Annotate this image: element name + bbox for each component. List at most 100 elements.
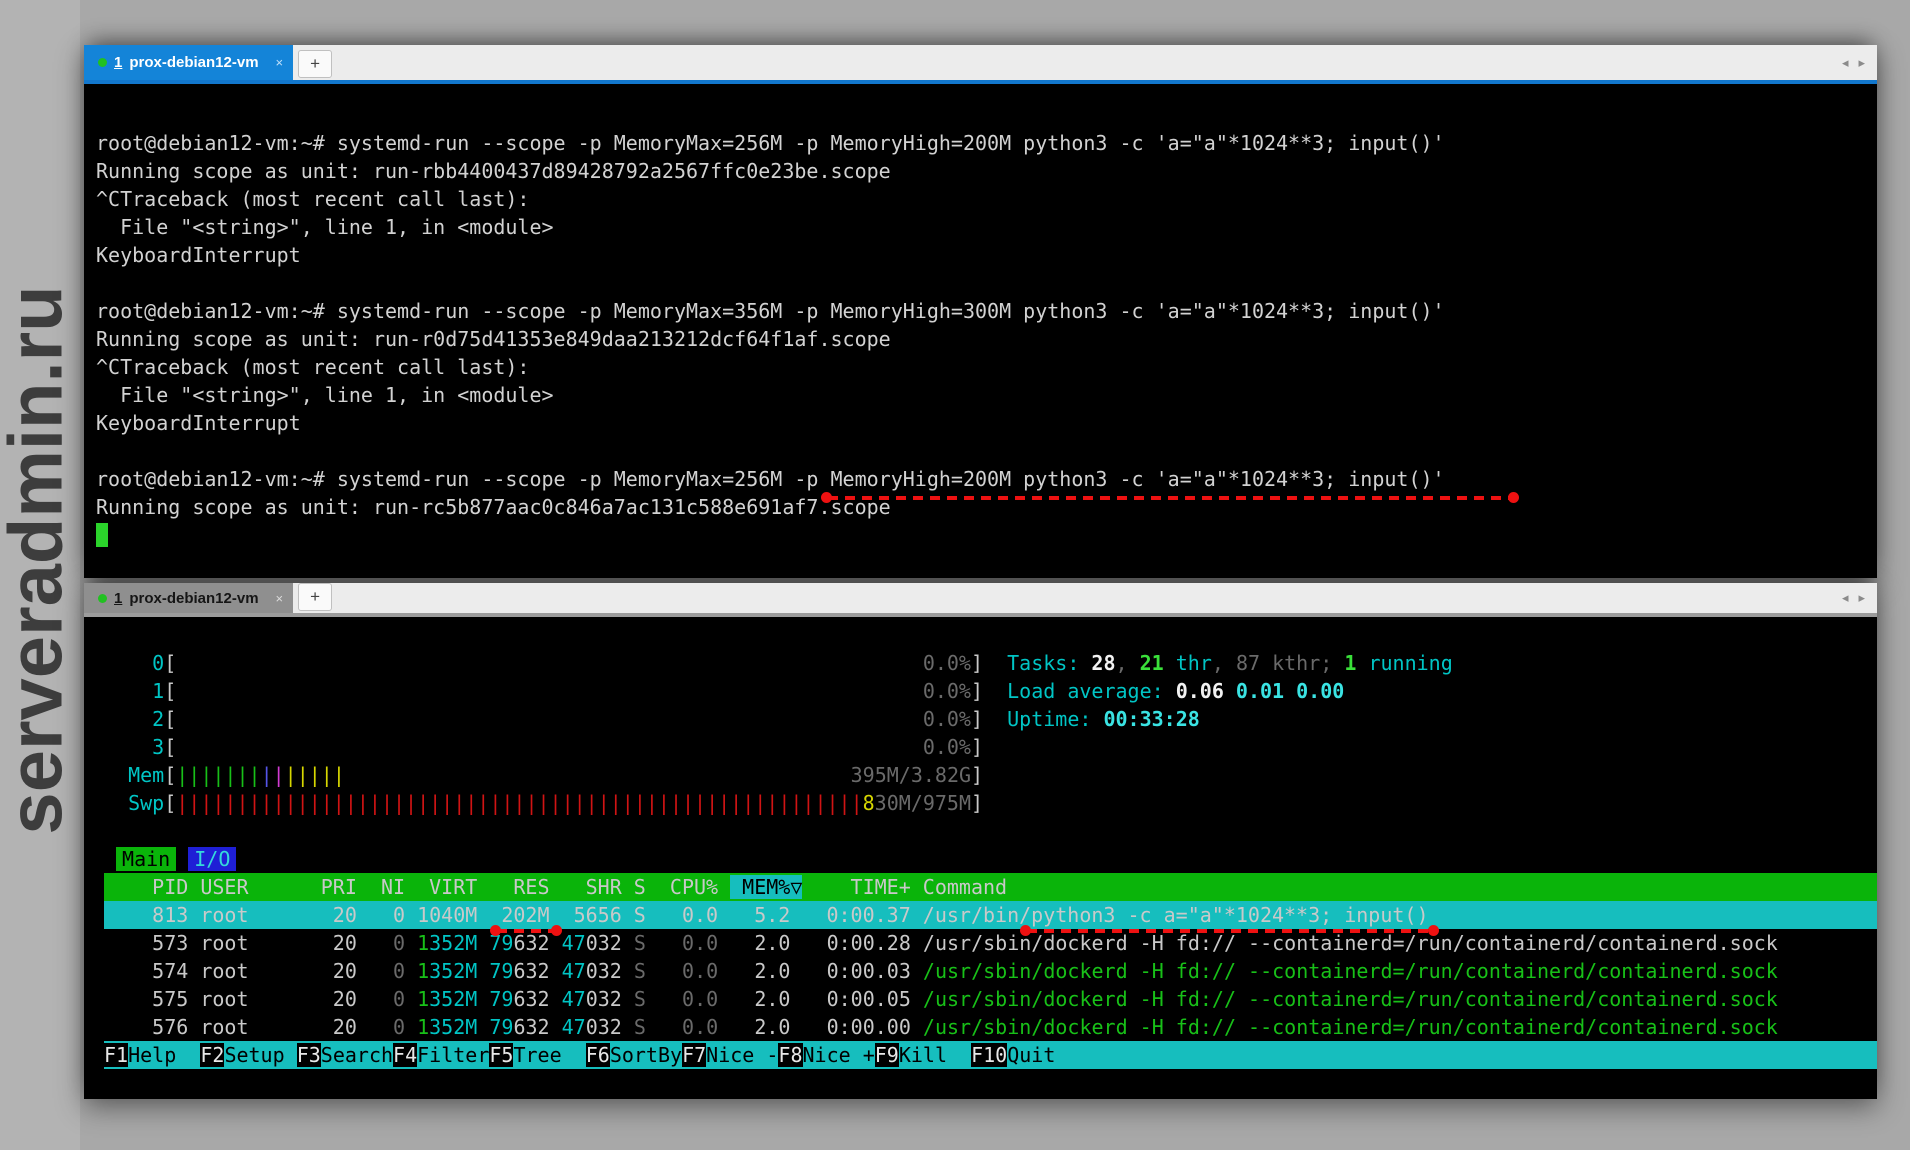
- terminal-line: KeyboardInterrupt: [96, 409, 1877, 437]
- terminal-line: 0[ 0.0%] Tasks: 28, 21 thr, 87 kthr; 1 r…: [104, 649, 1877, 677]
- scroll-left-icon[interactable]: ◂: [1842, 55, 1849, 71]
- terminal-text: [: [164, 763, 176, 787]
- terminal-text: 2.0: [730, 1015, 790, 1039]
- terminal-text: 1: [417, 1015, 429, 1039]
- terminal-text: ^CTraceback (most recent call last):: [96, 355, 529, 379]
- terminal-text: Search: [321, 1043, 393, 1067]
- terminal-text: 032: [586, 987, 622, 1011]
- terminal-text: ,: [1212, 651, 1236, 675]
- scroll-right-icon[interactable]: ▸: [1858, 55, 1865, 71]
- terminal-text: 0.0%: [923, 707, 971, 731]
- terminal-line: File "<string>", line 1, in <module>: [96, 381, 1877, 409]
- scroll-right-icon[interactable]: ▸: [1858, 590, 1865, 606]
- terminal-text: 813 root 20 0 1040M 202M 5656 S 0.0 5.2 …: [104, 903, 1429, 927]
- terminal-text: Kill: [899, 1043, 971, 1067]
- terminal-text: [911, 987, 923, 1011]
- terminal-text: [622, 931, 634, 955]
- terminal-text: [176, 651, 923, 675]
- terminal-text: 352M: [429, 959, 477, 983]
- terminal-text: 28: [1091, 651, 1115, 675]
- terminal-text: 2.0: [730, 959, 790, 983]
- terminal-text: 21: [1140, 651, 1164, 675]
- terminal-text: SortBy: [610, 1043, 682, 1067]
- terminal-text: [550, 959, 562, 983]
- terminal-text: 575 root 20: [104, 987, 369, 1011]
- terminal-text: |||||||: [176, 763, 260, 787]
- terminal-text: 2: [104, 707, 164, 731]
- terminal-text: root@debian12-vm:~# systemd-run --scope …: [96, 131, 1445, 155]
- terminal-text: [790, 1015, 802, 1039]
- terminal-text: 47: [562, 959, 586, 983]
- terminal-text: |: [273, 763, 285, 787]
- tab-bar-top: 1 prox-debian12-vm × + ◂ ▸: [84, 45, 1877, 80]
- terminal-line: ^CTraceback (most recent call last):: [96, 185, 1877, 213]
- terminal-line: Running scope as unit: run-rbb4400437d89…: [96, 157, 1877, 185]
- terminal-text: [405, 931, 417, 955]
- terminal-text: ]: [971, 791, 983, 815]
- terminal-text: 2.0: [730, 987, 790, 1011]
- terminal-line: 574 root 20 0 1352M 79632 47032 S 0.0 2.…: [104, 957, 1877, 985]
- tab-prox-debian12-vm-top[interactable]: 1 prox-debian12-vm ×: [84, 45, 293, 80]
- desktop: serveradmin.ru 1 prox-debian12-vm × + ◂ …: [0, 0, 1910, 1150]
- terminal-line: Main I/O: [104, 845, 1877, 873]
- terminal-text: F5: [489, 1043, 513, 1067]
- terminal-text: [405, 959, 417, 983]
- terminal-text: thr: [1164, 651, 1212, 675]
- terminal-line: PID USER PRI NI VIRT RES SHR S CPU% MEM%…: [104, 873, 1877, 901]
- terminal-text: 0.06: [1176, 679, 1236, 703]
- terminal-text: running: [1356, 651, 1452, 675]
- terminal-text: 2.0: [730, 931, 790, 955]
- terminal-text: 573 root 20: [104, 931, 369, 955]
- tab-title: prox-debian12-vm: [129, 54, 258, 71]
- tab-status-dot-icon: [98, 58, 107, 67]
- terminal-line: root@debian12-vm:~# systemd-run --scope …: [96, 297, 1877, 325]
- tab-title: prox-debian12-vm: [129, 590, 258, 607]
- watermark-text: serveradmin.ru: [0, 285, 80, 834]
- terminal-text: 47: [562, 931, 586, 955]
- terminal-text: ,: [1116, 651, 1140, 675]
- new-tab-button[interactable]: +: [298, 583, 332, 611]
- tab-close-icon[interactable]: ×: [276, 55, 284, 70]
- new-tab-button[interactable]: +: [298, 50, 332, 78]
- terminal-text: ||||||||||||||||||||||||||||||||||||||||…: [176, 791, 862, 815]
- terminal-text: 632: [513, 959, 549, 983]
- terminal-text: 0.0%: [923, 735, 971, 759]
- htop-output[interactable]: 0[ 0.0%] Tasks: 28, 21 thr, 87 kthr; 1 r…: [84, 617, 1877, 1099]
- terminal-text: /usr/sbin/dockerd -H fd:// --containerd=…: [923, 987, 1778, 1011]
- tab-close-icon[interactable]: ×: [276, 591, 284, 606]
- terminal-text: 30M/975M: [875, 791, 971, 815]
- terminal-text: ]: [971, 735, 983, 759]
- terminal-text: F3: [297, 1043, 321, 1067]
- terminal-text: [176, 707, 923, 731]
- terminal-text: 47: [562, 1015, 586, 1039]
- terminal-text: File "<string>", line 1, in <module>: [96, 215, 554, 239]
- terminal-text: Nice +: [803, 1043, 875, 1067]
- terminal-text: Filter: [417, 1043, 489, 1067]
- terminal-text: 0:00.05: [803, 987, 911, 1011]
- terminal-text: 3: [104, 735, 164, 759]
- terminal-text: [176, 847, 188, 871]
- terminal-text: Nice -: [706, 1043, 778, 1067]
- terminal-text: 0.0: [658, 987, 718, 1011]
- terminal-text: MEM%▽: [730, 875, 802, 899]
- terminal-text: F9: [875, 1043, 899, 1067]
- terminal-text: Running scope as unit: run-r0d75d41353e8…: [96, 327, 891, 351]
- terminal-text: 87 kthr: [1236, 651, 1320, 675]
- terminal-text: [: [164, 679, 176, 703]
- tab-bar-bottom: 1 prox-debian12-vm × + ◂ ▸: [84, 583, 1877, 613]
- terminal-text: [: [164, 735, 176, 759]
- terminal-line: [96, 521, 1877, 549]
- annotation-underline-res-202m: [497, 929, 555, 933]
- terminal-text: [790, 959, 802, 983]
- terminal-text: 574 root 20: [104, 959, 369, 983]
- terminal-output-top[interactable]: root@debian12-vm:~# systemd-run --scope …: [84, 84, 1877, 578]
- tab-prox-debian12-vm-bottom[interactable]: 1 prox-debian12-vm ×: [84, 583, 293, 613]
- scroll-left-icon[interactable]: ◂: [1842, 590, 1849, 606]
- terminal-text: F4: [393, 1043, 417, 1067]
- terminal-text: ]: [971, 707, 983, 731]
- terminal-text: 79: [489, 1015, 513, 1039]
- tab-number: 1: [114, 590, 122, 607]
- terminal-line: 3[ 0.0%]: [104, 733, 1877, 761]
- terminal-text: 1: [417, 987, 429, 1011]
- terminal-text: S: [634, 959, 646, 983]
